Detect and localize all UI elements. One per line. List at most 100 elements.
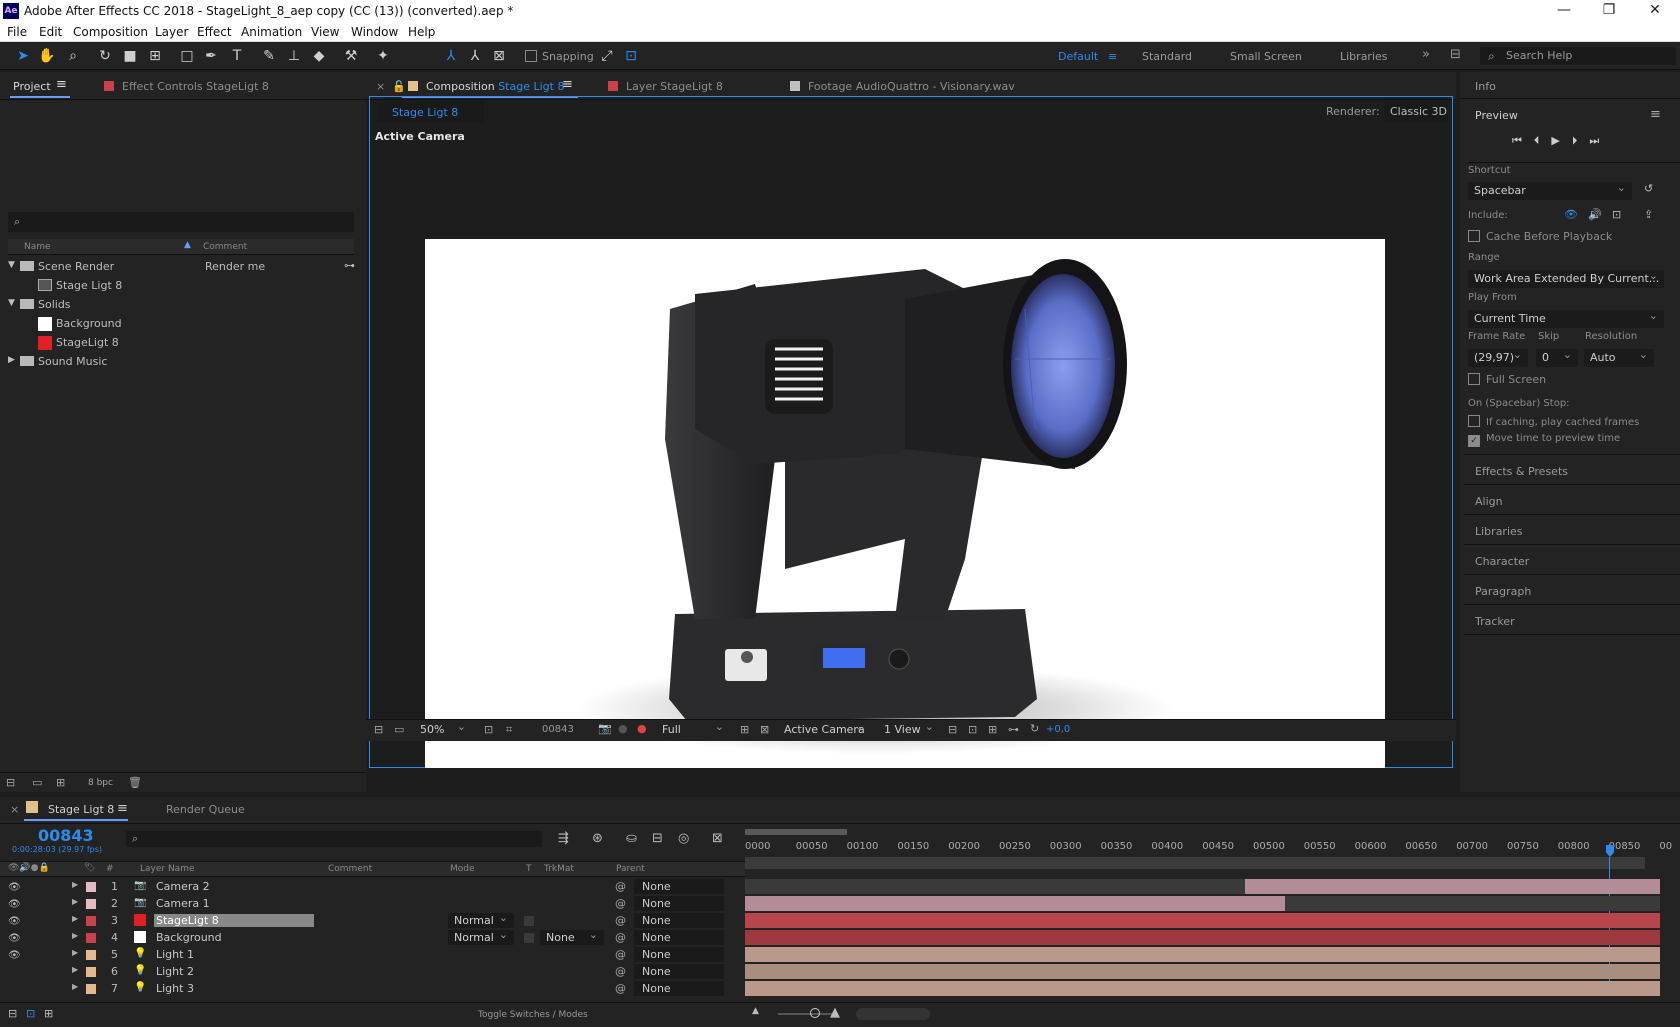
- library-search-icon[interactable]: ⊟: [1450, 47, 1461, 62]
- always-preview-icon[interactable]: ⊟: [374, 723, 383, 736]
- layer-label-color[interactable]: [86, 984, 96, 994]
- column-parent[interactable]: Parent: [616, 864, 645, 874]
- composition-canvas[interactable]: [425, 239, 1385, 768]
- expand-arrow-icon[interactable]: ▶: [72, 880, 78, 889]
- move-time-checkbox[interactable]: ✓: [1468, 435, 1480, 447]
- layer-name[interactable]: Camera 2: [156, 880, 210, 893]
- menu-edit[interactable]: Edit: [39, 25, 62, 39]
- motion-blur-icon[interactable]: ◎: [678, 831, 689, 846]
- panel-menu-icon[interactable]: ≡: [56, 77, 67, 92]
- expand-arrow-icon[interactable]: ▶: [72, 931, 78, 940]
- panel-menu-icon[interactable]: ≡: [562, 77, 573, 92]
- visibility-eye-icon[interactable]: [8, 984, 11, 995]
- move-time-option[interactable]: ✓ Move time to preview time: [1468, 433, 1620, 447]
- work-area-bar[interactable]: [745, 829, 847, 835]
- tab-effect-controls[interactable]: Effect Controls StageLigt 8: [104, 80, 269, 93]
- menu-composition[interactable]: Composition: [73, 25, 148, 39]
- tab-render-queue[interactable]: Render Queue: [166, 803, 245, 816]
- clone-stamp-tool-icon[interactable]: ⊥: [285, 47, 303, 65]
- column-trkmat[interactable]: TrkMat: [544, 864, 574, 874]
- export-icon[interactable]: ⇪: [1644, 208, 1653, 221]
- layer-row[interactable]: 👁 ▶ 3 StageLigt 8 Normal @ None: [0, 910, 1680, 929]
- resolution-dropdown[interactable]: Auto: [1584, 346, 1654, 367]
- layer-name[interactable]: Background: [156, 931, 222, 944]
- column-t[interactable]: T: [526, 864, 532, 874]
- workspace-default[interactable]: Default: [1058, 50, 1098, 63]
- reset-icon[interactable]: ↺: [1644, 182, 1653, 195]
- search-help-input[interactable]: Search Help: [1480, 47, 1676, 65]
- pen-tool-icon[interactable]: ✒: [202, 47, 220, 65]
- cache-checkbox[interactable]: [1468, 230, 1480, 242]
- in-out-icon[interactable]: ⊞: [44, 1007, 53, 1020]
- expand-arrow-icon[interactable]: ▼: [8, 298, 15, 308]
- visibility-eye-icon[interactable]: 👁: [8, 950, 21, 961]
- comp-subtab[interactable]: Stage Ligt 8: [378, 102, 484, 122]
- layer-row[interactable]: 👁 ▶ 2 📷 Camera 1 @ None: [0, 896, 1680, 912]
- layer-duration-bar[interactable]: [745, 913, 1660, 928]
- layer-duration-bar[interactable]: [745, 947, 1660, 962]
- type-tool-icon[interactable]: T: [228, 47, 246, 65]
- transfer-controls-icon[interactable]: ⊡: [26, 1007, 35, 1020]
- show-snapshot-icon[interactable]: ●: [618, 722, 628, 735]
- include-audio-icon[interactable]: 🔊: [1588, 208, 1602, 221]
- libraries-tab[interactable]: Libraries: [1475, 525, 1523, 538]
- workspace-libraries[interactable]: Libraries: [1340, 50, 1388, 63]
- paragraph-tab[interactable]: Paragraph: [1475, 585, 1531, 598]
- workspace-standard[interactable]: Standard: [1142, 50, 1192, 63]
- menu-layer[interactable]: Layer: [155, 25, 188, 39]
- zoom-tool-icon[interactable]: ⌕: [64, 47, 82, 65]
- cache-before-playback[interactable]: Cache Before Playback: [1468, 230, 1612, 243]
- character-tab[interactable]: Character: [1475, 555, 1529, 568]
- visibility-eye-icon[interactable]: 👁: [8, 882, 21, 893]
- visibility-eye-icon[interactable]: [8, 967, 11, 978]
- playhead-handle[interactable]: [1606, 845, 1614, 857]
- tracker-tab[interactable]: Tracker: [1475, 615, 1515, 628]
- fit-icon[interactable]: ⊡: [484, 723, 493, 736]
- bpc-label[interactable]: 8 bpc: [88, 778, 113, 788]
- layer-name[interactable]: Light 2: [156, 965, 194, 978]
- comp-mini-flowchart-icon[interactable]: ⇶: [558, 831, 569, 846]
- exposure-value[interactable]: +0,0: [1046, 724, 1070, 735]
- expand-arrow-icon[interactable]: ▼: [8, 260, 15, 270]
- number-column[interactable]: #: [106, 864, 114, 874]
- zoom-slider-handle[interactable]: [810, 1008, 820, 1018]
- layer-label-color[interactable]: [86, 950, 96, 960]
- pick-whip-icon[interactable]: @: [615, 982, 626, 995]
- frame-blending-icon[interactable]: ⊟: [652, 831, 663, 846]
- expand-arrow-icon[interactable]: ▶: [72, 948, 78, 957]
- tab-footage[interactable]: Footage AudioQuattro - Visionary.wav: [790, 80, 1015, 93]
- eraser-tool-icon[interactable]: ◆: [310, 47, 328, 65]
- layer-row[interactable]: 👁 ▶ 5 💡 Light 1 @ None: [0, 947, 1680, 963]
- include-overlays-icon[interactable]: ⊡: [1612, 208, 1621, 221]
- workspace-small-screen[interactable]: Small Screen: [1230, 50, 1302, 63]
- layer-label-color[interactable]: [86, 899, 96, 909]
- first-frame-icon[interactable]: ⏮: [1512, 134, 1534, 147]
- snapping-checkbox[interactable]: [525, 50, 537, 62]
- reset-exposure-icon[interactable]: ↻: [1030, 722, 1039, 735]
- layer-name[interactable]: Light 1: [156, 948, 194, 961]
- brush-tool-icon[interactable]: ✎: [260, 47, 278, 65]
- timeline-scrollbar[interactable]: [856, 1008, 930, 1020]
- full-screen-checkbox[interactable]: [1468, 373, 1480, 385]
- av-features-icon[interactable]: 👁🔊●🔒: [8, 863, 50, 873]
- frame-rate-dropdown[interactable]: (29,97): [1468, 346, 1528, 367]
- pick-whip-icon[interactable]: @: [615, 914, 626, 927]
- visibility-eye-icon[interactable]: 👁: [8, 899, 21, 910]
- menu-view[interactable]: View: [311, 25, 339, 39]
- layer-name[interactable]: StageLigt 8: [154, 914, 314, 927]
- workspace-menu-icon[interactable]: ≡: [1108, 50, 1117, 63]
- column-name[interactable]: Name: [24, 242, 51, 252]
- pick-whip-icon[interactable]: @: [615, 948, 626, 961]
- preserve-transparency-box[interactable]: [524, 933, 534, 943]
- menu-file[interactable]: File: [7, 25, 27, 39]
- pick-whip-icon[interactable]: @: [615, 897, 626, 910]
- timeline-search-input[interactable]: ⌕: [126, 831, 542, 847]
- layer-name[interactable]: Camera 1: [156, 897, 210, 910]
- expand-arrow-icon[interactable]: ▶: [72, 965, 78, 974]
- camera-tool-icon[interactable]: ■: [121, 47, 139, 65]
- layer-duration-bar[interactable]: [745, 964, 1660, 979]
- zoom-in-icon[interactable]: ▲: [830, 1005, 840, 1020]
- layer-duration-bar[interactable]: [745, 930, 1660, 945]
- collapse-arrow-icon[interactable]: ▶: [8, 355, 15, 365]
- transparency-grid-icon[interactable]: ⊠: [760, 723, 769, 736]
